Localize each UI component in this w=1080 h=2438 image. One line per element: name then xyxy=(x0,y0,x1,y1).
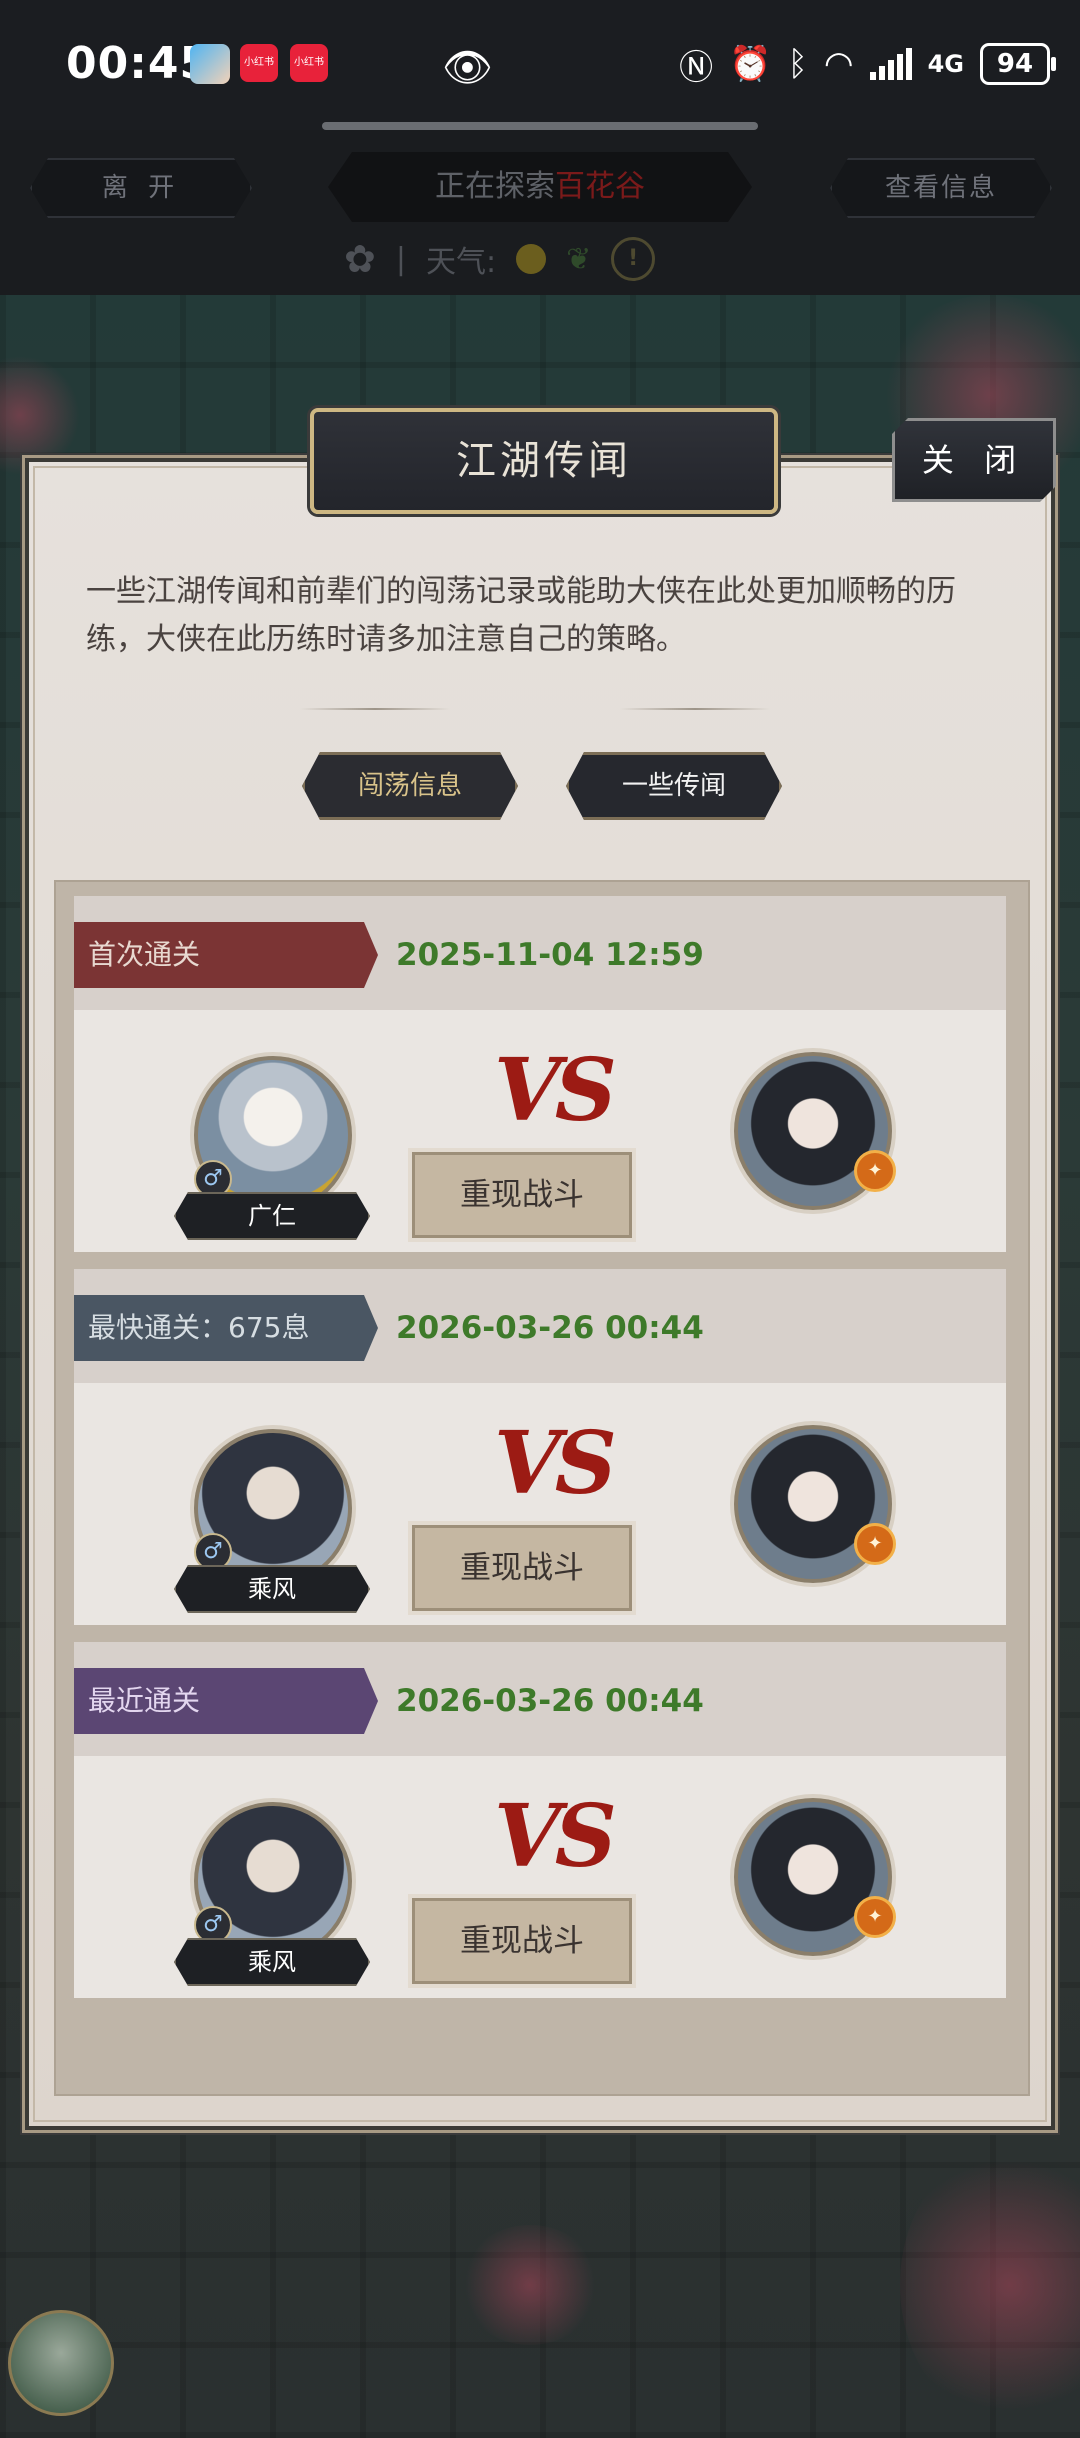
record-header: 首次通关 2025-11-04 12:59 xyxy=(74,896,1006,1010)
recent-clear-badge: 最近通关 xyxy=(74,1668,378,1734)
weather-label: 天气: xyxy=(425,245,497,280)
player-name: 乘风 xyxy=(174,1938,370,1986)
blossom-tree xyxy=(460,2225,600,2345)
intro-text: 一些江湖传闻和前辈们的闯荡记录或能助大侠在此处更加顺畅的历练，大侠在此历练时请多… xyxy=(86,574,956,657)
exploring-place: 百花谷 xyxy=(555,169,645,204)
alarm-icon: ⏰ xyxy=(729,44,772,84)
record-date: 2025-11-04 12:59 xyxy=(396,937,704,973)
player-avatar-icon[interactable] xyxy=(8,2310,114,2416)
signal-icon xyxy=(869,48,912,80)
player-name: 乘风 xyxy=(174,1565,370,1613)
leave-button[interactable]: 离 开 xyxy=(30,158,252,218)
record-header: 最近通关 2026-03-26 00:44 xyxy=(74,1642,1006,1756)
dialog-title: 江湖传闻 xyxy=(310,408,778,514)
xiaohongshu-icon: 小红书 xyxy=(290,44,328,82)
record-date: 2026-03-26 00:44 xyxy=(396,1310,704,1346)
record-card-first-clear: 首次通关 2025-11-04 12:59 ♂ 广仁 VS 重现战斗 ✦ xyxy=(74,896,1006,1252)
replay-battle-button[interactable]: 重现战斗 xyxy=(412,1898,632,1984)
status-bar: 00:45 小红书 小红书 👁 Ⓝ ⏰ ᛒ ◠ 4G 94 xyxy=(0,0,1080,130)
xiaohongshu-icon: 小红书 xyxy=(240,44,278,82)
close-button[interactable]: 关 闭 xyxy=(892,418,1056,502)
app-notification-icon xyxy=(190,44,230,84)
nfc-icon: Ⓝ xyxy=(679,47,714,88)
record-date: 2026-03-26 00:44 xyxy=(396,1683,704,1719)
gesture-bar[interactable] xyxy=(322,122,758,130)
vs-icon: VS xyxy=(494,1040,617,1141)
sun-icon xyxy=(516,244,547,274)
fastest-clear-badge: 最快通关：675息 xyxy=(74,1295,378,1361)
bluetooth-icon: ᛒ xyxy=(787,44,808,84)
blossom-tree xyxy=(900,2145,1080,2425)
4g-icon: 4G xyxy=(927,50,964,78)
rank-badge-icon: ✦ xyxy=(854,1150,896,1192)
divider: | xyxy=(395,241,406,277)
settings-flower-icon[interactable]: ✿ xyxy=(344,237,376,281)
exploring-prefix: 正在探索 xyxy=(435,169,555,204)
ornament-divider xyxy=(300,708,450,710)
first-clear-badge: 首次通关 xyxy=(74,922,378,988)
replay-battle-button[interactable]: 重现战斗 xyxy=(412,1152,632,1238)
system-icons: Ⓝ ⏰ ᛒ ◠ 4G 94 xyxy=(679,38,1056,90)
eye-icon: 👁 xyxy=(442,45,493,91)
tab-adventure-info[interactable]: 闯荡信息 xyxy=(302,752,518,820)
record-header: 最快通关：675息 2026-03-26 00:44 xyxy=(74,1269,1006,1383)
exploring-title: 正在探索百花谷 xyxy=(328,152,752,222)
leaf-icon: ❦ xyxy=(566,241,592,277)
weather-row: ✿ | 天气: ❦ ! xyxy=(344,234,656,284)
wifi-icon: ◠ xyxy=(823,44,854,84)
player-name: 广仁 xyxy=(174,1192,370,1240)
replay-battle-button[interactable]: 重现战斗 xyxy=(412,1525,632,1611)
battery-icon: 94 xyxy=(980,43,1056,85)
record-card-recent-clear: 最近通关 2026-03-26 00:44 ♂ 乘风 VS 重现战斗 ✦ xyxy=(74,1642,1006,1998)
rank-badge-icon: ✦ xyxy=(854,1896,896,1938)
info-icon[interactable]: ! xyxy=(611,237,656,281)
ornament-divider xyxy=(620,708,770,710)
record-card-fastest-clear: 最快通关：675息 2026-03-26 00:44 ♂ 乘风 VS 重现战斗 … xyxy=(74,1269,1006,1625)
tab-rumors[interactable]: 一些传闻 xyxy=(566,752,782,820)
vs-icon: VS xyxy=(494,1413,617,1514)
view-info-button[interactable]: 查看信息 xyxy=(830,158,1052,218)
vs-icon: VS xyxy=(494,1786,617,1887)
rank-badge-icon: ✦ xyxy=(854,1523,896,1565)
